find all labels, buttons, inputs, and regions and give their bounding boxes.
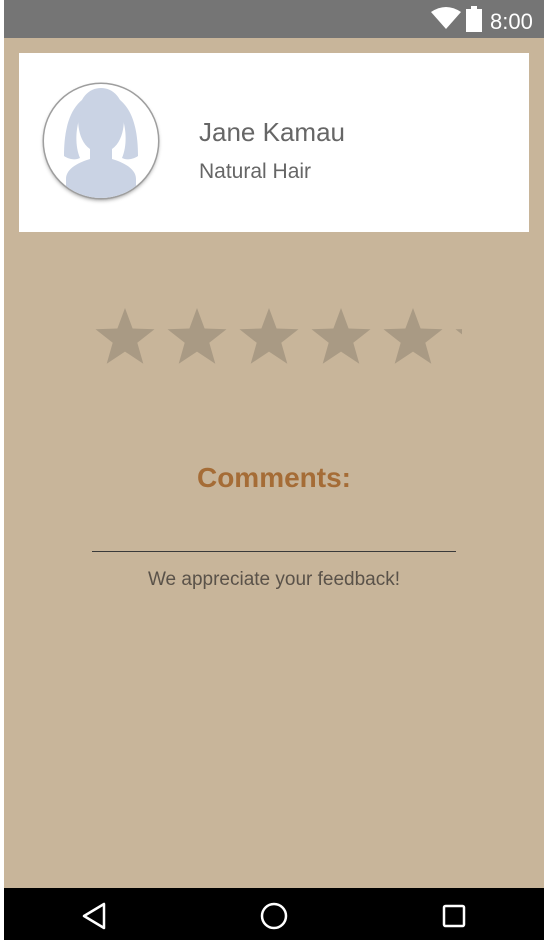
back-icon[interactable] xyxy=(74,896,114,936)
star-rating[interactable] xyxy=(89,302,462,374)
profile-card[interactable]: Jane Kamau Natural Hair xyxy=(19,53,529,232)
navigation-bar xyxy=(4,888,544,940)
star-5-icon[interactable] xyxy=(377,302,449,374)
profile-name: Jane Kamau xyxy=(199,117,345,147)
comments-label: Comments: xyxy=(196,462,351,493)
star-4-icon[interactable] xyxy=(305,302,377,374)
home-icon[interactable] xyxy=(254,896,294,936)
rating-screen: 8:00 Jane Kamau Natural Hair Comments: W… xyxy=(4,0,544,940)
star-1-icon[interactable] xyxy=(89,302,161,374)
battery-icon xyxy=(466,6,482,32)
status-bar: 8:00 xyxy=(4,0,544,38)
feedback-message: We appreciate your feedback! xyxy=(147,569,401,590)
star-3-icon[interactable] xyxy=(233,302,305,374)
profile-category: Natural Hair xyxy=(199,160,312,183)
comment-input[interactable] xyxy=(92,516,456,552)
status-time: 8:00 xyxy=(490,9,533,34)
female-silhouette-icon xyxy=(64,88,138,198)
wifi-icon xyxy=(431,7,461,29)
star-2-icon[interactable] xyxy=(161,302,233,374)
recents-icon[interactable] xyxy=(434,896,474,936)
star-overflow-icon xyxy=(455,329,462,335)
avatar xyxy=(44,84,158,198)
